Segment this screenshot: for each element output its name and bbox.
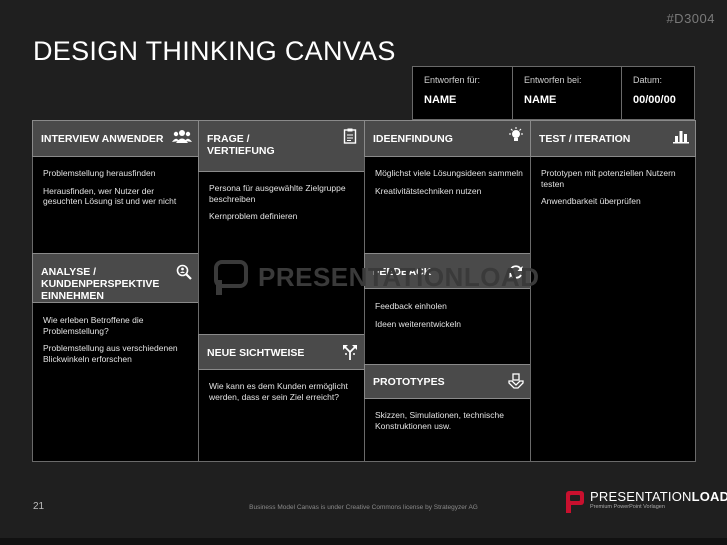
list-item: Anwendbarkeit überprüfen [541,196,641,206]
interview-title: INTERVIEW ANWENDER [41,133,164,145]
test-title: TEST / ITERATION [539,133,631,145]
designed-by-value: NAME [524,94,557,106]
magnifier-icon [176,264,192,280]
designed-by-box: Entworfen bei: NAME [512,66,622,120]
list-item: Wie kann es dem Kunden ermöglicht werden… [209,381,348,402]
designed-by-label: Entworfen bei: [524,75,582,85]
interview-header: INTERVIEW ANWENDER [32,120,199,157]
list-item: Herausfinden, wer Nutzer der gesuchten L… [43,185,177,207]
lightbulb-icon [509,127,523,141]
watermark: PRESENTATIONLOAD [214,258,539,298]
list-item: Möglichst viele Lösungsideen sammeln [375,168,523,178]
analyse-title-line2: EINNEHMEN [41,290,105,302]
analyse-title-line1: ANALYSE / KUNDENPERSPEKTIVE [41,266,160,290]
designed-for-box: Entworfen für: NAME [412,66,513,120]
test-body: Prototypen mit potenziellen Nutzern test… [541,168,689,214]
list-item: Ideen weiterentwickeln [375,318,461,329]
designed-for-value: NAME [424,94,457,106]
page-title: DESIGN THINKING CANVAS [33,36,396,66]
test-header: TEST / ITERATION [530,120,696,157]
list-item: Persona für ausgewählte Zielgruppe besch… [209,183,346,204]
ideen-body: Möglichst viele Lösungsideen sammeln Kre… [375,168,523,203]
brand-tagline: Premium PowerPoint Vorlagen [590,504,665,510]
frage-header: FRAGE / VERTIEFUNG [198,120,365,172]
list-item: Feedback einholen [375,301,447,311]
bar-chart-icon [673,131,689,144]
feedback-body: Feedback einholen Ideen weiterentwickeln [375,301,523,336]
watermark-logo-icon [214,260,248,295]
brand-logo: PRESENTATIONLOAD® Premium PowerPoint Vor… [565,488,727,518]
clipboard-icon [343,128,357,144]
sichtweise-body: Wie kann es dem Kunden ermöglicht werden… [209,381,357,409]
prototypes-title: PROTOTYPES [373,376,445,388]
list-item: Problemstellung herausfinden [43,168,156,178]
designed-for-label: Entworfen für: [424,75,481,85]
date-box: Datum: 00/00/00 [621,66,695,120]
list-item: Kernproblem definieren [209,211,298,221]
list-item: Prototypen mit potenziellen Nutzern test… [541,168,676,189]
hand-box-icon [508,373,524,389]
frage-title-line1: FRAGE / [207,133,250,145]
ideen-header: IDEENFINDUNG [364,120,531,157]
brand-logo-icon [566,491,584,513]
diverging-arrows-icon [343,345,357,360]
list-item: Skizzen, Simulationen, technische Konstr… [375,410,504,431]
document-code: #D3004 [666,11,715,26]
frage-title-line2: VERTIEFUNG [207,145,275,157]
ideen-title: IDEENFINDUNG [373,133,453,145]
prototypes-body: Skizzen, Simulationen, technische Konstr… [375,410,523,438]
prototypes-header: PROTOTYPES [364,364,531,399]
frage-body: Persona für ausgewählte Zielgruppe besch… [209,183,357,229]
people-icon [172,130,192,143]
date-label: Datum: [633,75,663,85]
interview-body: Problemstellung herausfinden Herausfinde… [43,168,191,214]
bottom-bar [0,538,727,545]
list-item: Problemstellung aus verschiedenen Blickw… [43,343,178,364]
analyse-header: ANALYSE / KUNDENPERSPEKTIVE EINNEHMEN [32,253,199,303]
sichtweise-header: NEUE SICHTWEISE [198,334,365,370]
sichtweise-title: NEUE SICHTWEISE [207,347,305,359]
brand-name: PRESENTATIONLOAD® [590,489,727,504]
list-item: Kreativitätstechniken nutzen [375,185,482,196]
watermark-text: PRESENTATIONLOAD [258,262,540,292]
analyse-body: Wie erleben Betroffene die Problemstellu… [43,315,191,371]
list-item: Wie erleben Betroffene die Problemstellu… [43,315,144,336]
date-value: 00/00/00 [633,94,676,106]
